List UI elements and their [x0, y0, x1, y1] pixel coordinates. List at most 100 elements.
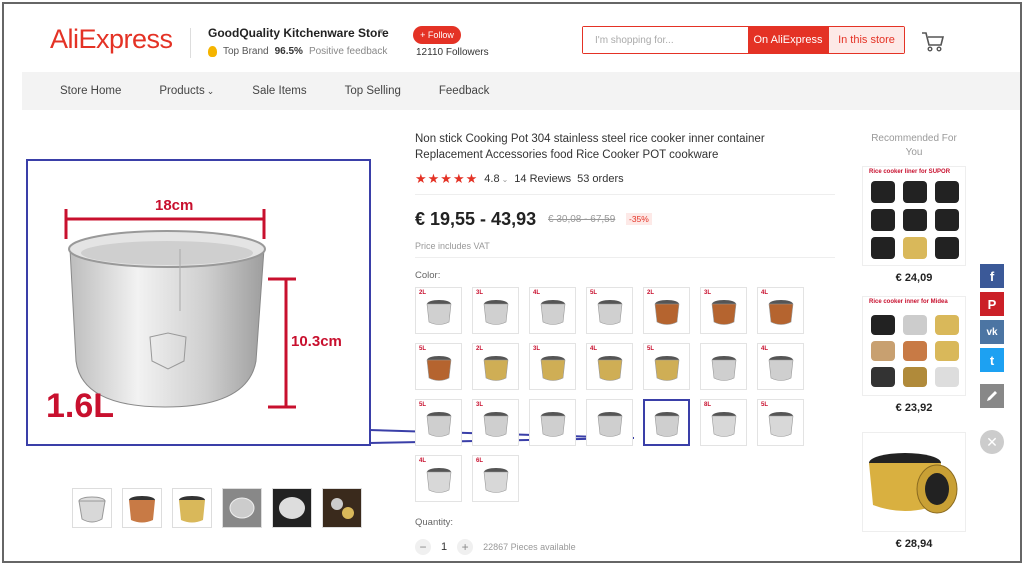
- close-icon[interactable]: ✕: [980, 430, 1004, 454]
- search-bar: On AliExpress In this store: [582, 26, 905, 54]
- color-swatch[interactable]: 4L: [529, 287, 576, 334]
- color-swatch[interactable]: 3L: [472, 287, 519, 334]
- color-swatch[interactable]: [643, 399, 690, 446]
- pot-swatch-icon: [711, 299, 736, 325]
- pot-swatch-icon: [483, 411, 508, 437]
- thumbnail-6[interactable]: [322, 488, 362, 528]
- color-swatch[interactable]: [586, 399, 633, 446]
- recommended-image: [862, 432, 966, 532]
- nav-sale-items[interactable]: Sale Items: [252, 85, 306, 97]
- search-store-button[interactable]: In this store: [828, 27, 904, 53]
- recommended-image: Rice cooker liner for SUPOR: [862, 166, 966, 266]
- color-swatch[interactable]: 4L: [757, 343, 804, 390]
- cart-icon[interactable]: [920, 28, 946, 54]
- aliexpress-logo[interactable]: AliExpress: [50, 24, 173, 55]
- follow-button[interactable]: + Follow: [413, 26, 461, 44]
- swatch-size-label: 5L: [590, 290, 598, 296]
- nav-products[interactable]: Products ⌄: [159, 85, 214, 97]
- thumbnail-2[interactable]: [122, 488, 162, 528]
- pot-grid-image: [871, 315, 959, 387]
- capacity-label: 1.6L: [46, 387, 115, 425]
- twitter-share-icon[interactable]: t: [980, 348, 1004, 372]
- color-swatch[interactable]: 5L: [643, 343, 690, 390]
- nav-products-label: Products: [159, 85, 205, 97]
- price-range: € 19,55 - 43,93: [415, 209, 537, 229]
- swatch-size-label: 5L: [419, 346, 427, 352]
- color-swatch[interactable]: 3L: [472, 399, 519, 446]
- recommended-item-1[interactable]: Rice cooker liner for SUPOR € 24,09: [862, 166, 966, 284]
- swatch-size-label: 6L: [476, 458, 484, 464]
- pencil-icon: [987, 391, 997, 401]
- pinterest-share-icon[interactable]: P: [980, 292, 1004, 316]
- original-price: € 30,08 - 67,59: [548, 214, 616, 225]
- color-swatch[interactable]: 8L: [700, 399, 747, 446]
- color-swatch[interactable]: [529, 399, 576, 446]
- swatch-size-label: 2L: [476, 346, 484, 352]
- swatch-size-label: 5L: [647, 346, 655, 352]
- reviews-link[interactable]: 14 Reviews: [514, 173, 571, 185]
- recommended-item-2[interactable]: Rice cooker inner for Midea € 23,92: [862, 296, 966, 414]
- color-swatch[interactable]: 4L: [586, 343, 633, 390]
- thumbnail-4[interactable]: [222, 488, 262, 528]
- swatch-size-label: 8L: [704, 402, 712, 408]
- discount-badge: -35%: [626, 213, 652, 225]
- chevron-down-icon[interactable]: ▾: [379, 26, 384, 37]
- nav-store-home[interactable]: Store Home: [60, 85, 121, 97]
- pot-swatch-icon: [426, 355, 451, 381]
- swatch-size-label: 4L: [419, 458, 427, 464]
- recommended-title: Recommended For You: [871, 133, 957, 158]
- color-swatch[interactable]: [700, 343, 747, 390]
- color-swatch[interactable]: 4L: [415, 455, 462, 502]
- nav-top-selling[interactable]: Top Selling: [345, 85, 401, 97]
- thumbnail-1[interactable]: [72, 488, 112, 528]
- rating-value[interactable]: 4.8: [484, 173, 499, 185]
- color-swatch[interactable]: 2L: [472, 343, 519, 390]
- nav-feedback[interactable]: Feedback: [439, 85, 490, 97]
- medal-icon: [208, 46, 217, 57]
- recommended-caption: Rice cooker inner for Midea: [869, 299, 948, 305]
- feedback-label: Positive feedback: [308, 46, 388, 57]
- color-swatch[interactable]: 5L: [415, 343, 462, 390]
- color-swatch[interactable]: 6L: [472, 455, 519, 502]
- pot-swatch-icon: [483, 299, 508, 325]
- pot-swatch-icon: [426, 411, 451, 437]
- swatch-size-label: 3L: [704, 290, 712, 296]
- pot-swatch-icon: [711, 355, 736, 381]
- facebook-share-icon[interactable]: f: [980, 264, 1004, 288]
- vk-share-icon[interactable]: vk: [980, 320, 1004, 344]
- pot-swatch-icon: [654, 411, 679, 437]
- swatch-size-label: 3L: [476, 290, 484, 296]
- pot-thumbnail-icon: [129, 496, 155, 523]
- color-swatch[interactable]: 2L: [415, 287, 462, 334]
- color-swatch[interactable]: 2L: [643, 287, 690, 334]
- color-swatch[interactable]: 4L: [757, 287, 804, 334]
- color-swatch[interactable]: 5L: [586, 287, 633, 334]
- gold-pot-image: [869, 453, 958, 514]
- increase-quantity-button[interactable]: +: [457, 539, 474, 555]
- header-divider: [190, 28, 191, 58]
- thumbnail-3[interactable]: [172, 488, 212, 528]
- divider: [415, 194, 835, 195]
- color-swatch[interactable]: 5L: [757, 399, 804, 446]
- search-input[interactable]: [583, 27, 748, 53]
- chevron-down-icon[interactable]: ⌄: [502, 175, 509, 184]
- product-title: Non stick Cooking Pot 304 stainless stee…: [415, 133, 765, 161]
- divider: [415, 257, 835, 258]
- thumbnail-5[interactable]: [272, 488, 312, 528]
- main-product-image[interactable]: 18cm 10.3cm 1.6L: [26, 159, 371, 446]
- recommended-item-3[interactable]: € 28,94: [862, 432, 966, 550]
- search-aliexpress-button[interactable]: On AliExpress: [748, 27, 828, 53]
- quantity-value[interactable]: 1: [441, 541, 447, 553]
- color-swatch[interactable]: 5L: [415, 399, 462, 446]
- swatch-size-label: 4L: [761, 346, 769, 352]
- color-swatch[interactable]: 3L: [700, 287, 747, 334]
- pot-swatch-icon: [711, 411, 736, 437]
- feedback-percent: 96.5%: [274, 46, 303, 57]
- decrease-quantity-button[interactable]: −: [415, 539, 431, 555]
- store-name[interactable]: GoodQuality Kitchenware Store: [208, 26, 389, 40]
- quantity-stepper: − 1 + 22867 Pieces available: [415, 539, 576, 555]
- followers-count: 12110 Followers: [416, 47, 489, 58]
- height-dimension-label: 10.3cm: [291, 333, 342, 350]
- color-swatch[interactable]: 3L: [529, 343, 576, 390]
- edit-icon[interactable]: [980, 384, 1004, 408]
